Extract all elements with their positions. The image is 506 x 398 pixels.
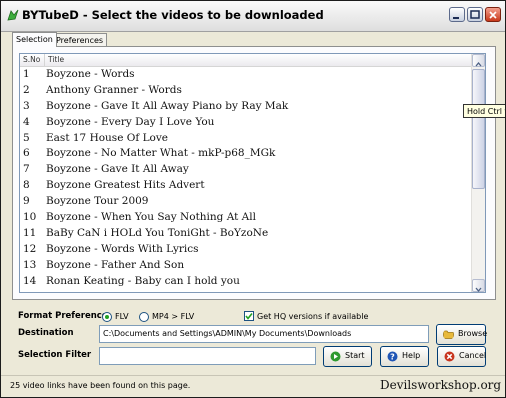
help-button[interactable]: ? Help	[380, 346, 429, 367]
checkmark-icon	[245, 313, 253, 320]
help-icon: ?	[387, 351, 398, 362]
folder-icon	[443, 330, 454, 339]
cancel-icon	[444, 351, 455, 362]
tab-selection[interactable]: Selection	[12, 32, 57, 47]
mp4-option-label[interactable]: MP4 > FLV	[152, 312, 194, 321]
start-button-label: Start	[345, 351, 365, 360]
table-row[interactable]: 3 Boyzone - Gave It All Away Piano by Ray…	[20, 99, 473, 115]
table-row[interactable]: 12 Boyzone - Words With Lyrics	[20, 242, 473, 258]
table-row[interactable]: 2 Anthony Granner - Words	[20, 83, 473, 99]
minimize-button[interactable]	[449, 7, 465, 22]
row-number: 6	[23, 147, 30, 160]
title-bar[interactable]: BYTubeD - Select the videos to be downlo…	[1, 1, 505, 32]
row-number: 12	[23, 242, 37, 255]
destination-field[interactable]: C:\Documents and Settings\ADMIN\My Docum…	[99, 325, 429, 343]
video-list[interactable]: S.No Title 1 Boyzone - Words 2 Anthony Gran…	[19, 53, 486, 293]
table-row[interactable]: 11 BaBy CaN i HOLd You ToniGht - BoYzoNe	[20, 226, 473, 242]
vertical-scrollbar[interactable]	[471, 54, 485, 292]
tooltip: Hold Ctrl to	[463, 104, 505, 118]
browse-button-label: Browse	[458, 329, 488, 338]
row-title: Boyzone - Words With Lyrics	[46, 242, 199, 255]
flv-radio[interactable]	[102, 312, 112, 322]
row-number: 10	[23, 211, 37, 224]
list-rows: 1 Boyzone - Words 2 Anthony Granner - Words…	[20, 67, 473, 289]
table-row[interactable]: 1 Boyzone - Words	[20, 67, 473, 83]
row-number: 4	[23, 115, 30, 128]
app-window: BYTubeD - Select the videos to be downlo…	[0, 0, 506, 398]
row-number: 3	[23, 99, 30, 112]
svg-text:?: ?	[390, 352, 395, 361]
selection-filter-input[interactable]	[99, 347, 316, 365]
window-title: BYTubeD - Select the videos to be downlo…	[22, 8, 324, 22]
row-number: 9	[23, 195, 30, 208]
watermark: Devilsworkshop.org	[380, 378, 502, 392]
selection-filter-label: Selection Filter	[18, 350, 92, 360]
hq-checkbox-label[interactable]: Get HQ versions if available	[257, 312, 368, 321]
destination-label: Destination	[18, 328, 74, 338]
scroll-down-button[interactable]	[472, 279, 485, 292]
minimize-icon	[453, 17, 459, 19]
row-title: Ronan Keating - Baby can I hold you	[46, 274, 240, 287]
flv-option-label[interactable]: FLV	[115, 312, 129, 321]
row-number: 7	[23, 163, 30, 176]
maximize-button[interactable]	[467, 7, 483, 22]
list-header: S.No Title	[20, 54, 473, 67]
app-logo-icon	[7, 9, 19, 21]
table-row[interactable]: 13 Boyzone - Father And Son	[20, 258, 473, 274]
table-row[interactable]: 10 Boyzone - When You Say Nothing At All	[20, 210, 473, 226]
row-number: 14	[23, 274, 37, 287]
cancel-button[interactable]: Cancel	[437, 346, 486, 367]
close-button[interactable]	[485, 7, 501, 22]
row-number: 8	[23, 179, 30, 192]
row-title: Boyzone - Gave It All Away	[46, 163, 189, 176]
row-title: East 17 House Of Love	[46, 131, 169, 144]
row-number: 13	[23, 258, 37, 271]
cancel-button-label: Cancel	[459, 351, 487, 360]
tab-preferences[interactable]: Preferences	[52, 33, 108, 46]
status-text: 25 video links have been found on this p…	[10, 381, 191, 390]
row-title: Boyzone - Father And Son	[46, 258, 185, 271]
row-title: Anthony Granner - Words	[46, 83, 182, 96]
close-icon	[489, 11, 497, 19]
row-title: Boyzone Tour 2009	[46, 195, 149, 208]
mp4-radio[interactable]	[139, 312, 149, 322]
row-title: Boyzone Greatest Hits Advert	[46, 179, 205, 192]
row-number: 2	[23, 83, 30, 96]
start-button[interactable]: Start	[323, 346, 372, 367]
table-row[interactable]: 7 Boyzone - Gave It All Away	[20, 162, 473, 178]
column-header-number[interactable]: S.No	[20, 54, 45, 66]
row-number: 1	[23, 68, 30, 80]
help-button-label: Help	[402, 351, 421, 360]
maximize-icon	[470, 10, 480, 19]
table-row[interactable]: 6 Boyzone - No Matter What - mkP-p68_MGk	[20, 146, 473, 162]
table-row[interactable]: 14 Ronan Keating - Baby can I hold you	[20, 274, 473, 290]
row-number: 5	[23, 131, 30, 144]
row-number: 11	[23, 226, 37, 239]
row-title: Boyzone - Every Day I Love You	[46, 115, 215, 128]
row-title: Boyzone - Words	[46, 68, 135, 80]
row-title: Boyzone - Gave It All Away Piano by Ray …	[46, 99, 289, 112]
table-row[interactable]: 8 Boyzone Greatest Hits Advert	[20, 178, 473, 194]
chevron-down-icon	[475, 287, 482, 292]
table-row[interactable]: 4 Boyzone - Every Day I Love You	[20, 115, 473, 131]
browse-button[interactable]: Browse	[436, 324, 488, 345]
table-row[interactable]: 9 Boyzone Tour 2009	[20, 194, 473, 210]
scroll-thumb[interactable]	[472, 69, 485, 189]
format-preference-label: Format Preference	[18, 311, 108, 321]
scroll-up-button[interactable]	[472, 54, 485, 67]
row-title: BaBy CaN i HOLd You ToniGht - BoYzoNe	[46, 226, 269, 239]
hq-checkbox[interactable]	[244, 311, 254, 321]
row-title: Boyzone - No Matter What - mkP-p68_MGk	[46, 147, 276, 160]
start-icon	[330, 351, 341, 362]
table-row[interactable]: 5 East 17 House Of Love	[20, 131, 473, 147]
row-title: Boyzone - When You Say Nothing At All	[46, 211, 256, 224]
column-header-title[interactable]: Title	[45, 54, 473, 66]
